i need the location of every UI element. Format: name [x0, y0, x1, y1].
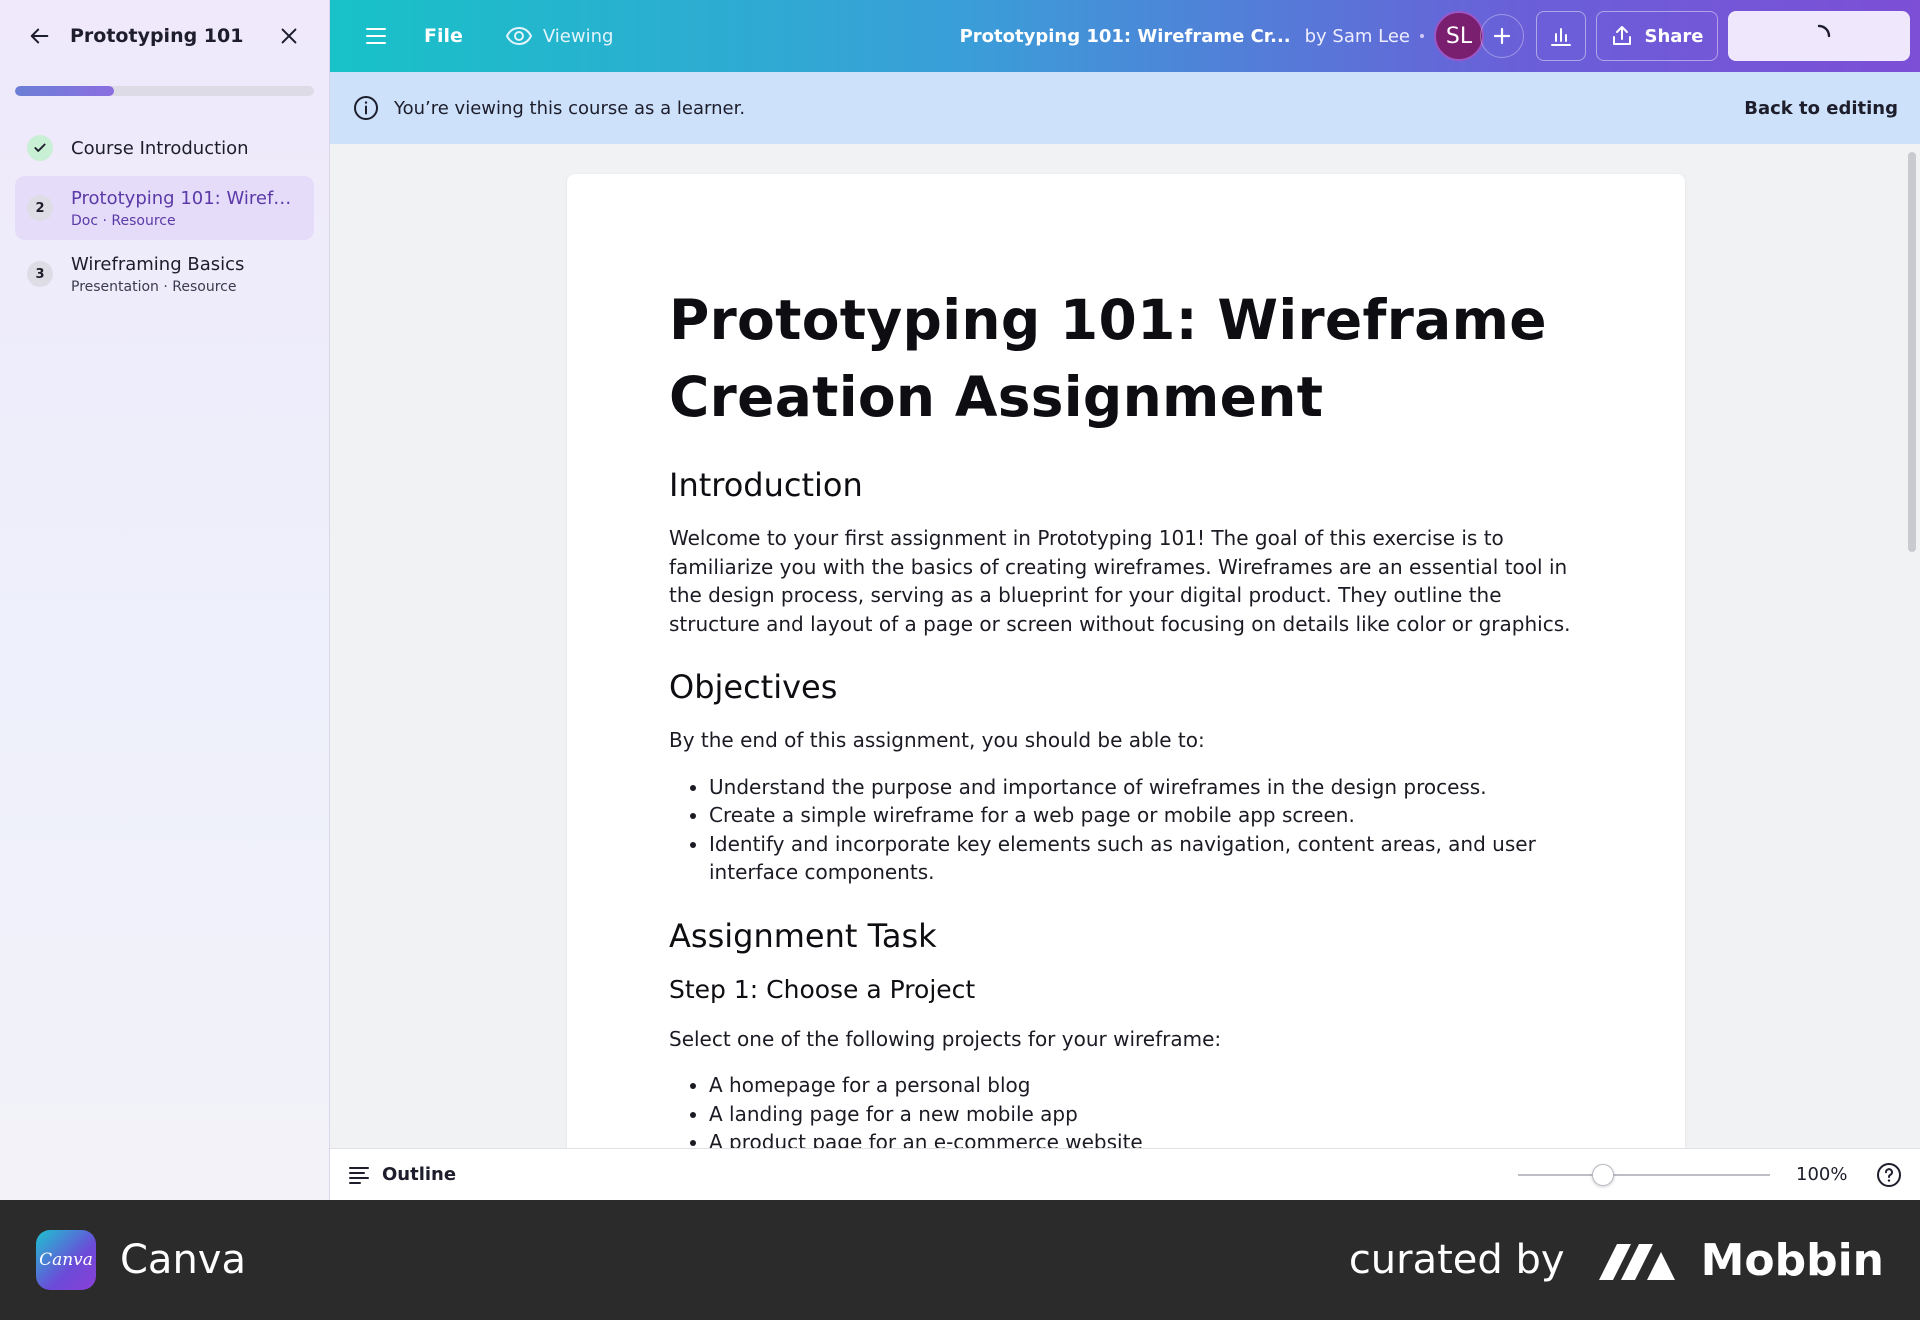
course-title: Prototyping 101: [70, 25, 244, 47]
lesson-number-badge: 3: [27, 261, 53, 287]
document-canvas[interactable]: Prototyping 101: Wireframe Creation Assi…: [330, 144, 1920, 1148]
document-title[interactable]: Prototyping 101: Wireframe Cr...: [960, 26, 1291, 47]
list-item: Create a simple wireframe for a web page…: [709, 801, 1585, 830]
arrow-left-icon: [30, 28, 49, 44]
objectives-list: Understand the purpose and importance of…: [669, 773, 1585, 887]
outline-button[interactable]: Outline: [348, 1164, 456, 1185]
outline-lines-icon: [349, 1166, 369, 1184]
lesson-name: Prototyping 101: Wirefra...: [71, 187, 296, 209]
step-heading: Step 1: Choose a Project: [669, 974, 976, 1004]
step-lead: Select one of the following projects for…: [669, 1026, 1222, 1051]
loading-action-button[interactable]: [1728, 11, 1910, 61]
back-to-editing-link[interactable]: Back to editing: [1744, 98, 1898, 119]
lesson-item-course-introduction[interactable]: Course Introduction: [15, 120, 314, 176]
section-heading-introduction: Introduction: [669, 466, 863, 504]
invite-collaborator-button[interactable]: [1480, 14, 1524, 58]
bar-chart-icon: [1551, 28, 1571, 46]
zoom-level-readout[interactable]: 100%: [1796, 1164, 1850, 1185]
mobbin-footer: Canva Canva curated by Mobbin: [0, 1200, 1920, 1320]
viewing-mode-button[interactable]: Viewing: [505, 25, 614, 47]
list-item: A landing page for a new mobile app: [709, 1100, 1585, 1129]
insights-button[interactable]: [1536, 11, 1586, 61]
upload-share-icon: [1613, 26, 1632, 45]
sidebar-header: Prototyping 101: [0, 0, 329, 72]
lesson-meta: Presentation · Resource: [71, 278, 237, 295]
course-progress-bar: [15, 86, 314, 96]
lesson-list: Course Introduction 2 Prototyping 101: W…: [0, 120, 329, 308]
course-progress-fill: [15, 86, 114, 96]
mobbin-logo-icon: [1598, 1244, 1675, 1280]
lesson-item-prototyping-101[interactable]: 2 Prototyping 101: Wirefra... Doc · Reso…: [15, 176, 314, 240]
canva-logo: Canva: [36, 1230, 96, 1290]
list-item: A homepage for a personal blog: [709, 1071, 1585, 1100]
list-item: Identify and incorporate key elements su…: [709, 830, 1585, 887]
course-sidebar: Prototyping 101 Course Introduction 2 Pr…: [0, 0, 330, 1200]
list-item: A product page for an e-commerce website: [709, 1128, 1585, 1148]
share-label: Share: [1644, 25, 1704, 47]
document-page[interactable]: Prototyping 101: Wireframe Creation Assi…: [567, 174, 1685, 1148]
user-avatar[interactable]: SL: [1434, 11, 1484, 61]
main-menu-button[interactable]: [358, 18, 394, 54]
learner-view-banner: You’re viewing this course as a learner.…: [330, 72, 1920, 144]
document-content: Prototyping 101: Wireframe Creation Assi…: [669, 282, 1585, 1148]
help-icon[interactable]: [1876, 1162, 1902, 1188]
document-author: by Sam Lee: [1304, 25, 1410, 47]
curated-by-label: curated by: [1348, 1237, 1565, 1283]
document-heading: Prototyping 101: Wireframe Creation Assi…: [669, 288, 1547, 429]
separator-dot: [1420, 34, 1424, 38]
banner-message: You’re viewing this course as a learner.: [394, 97, 746, 119]
close-sidebar-button[interactable]: [273, 20, 305, 52]
close-icon: [281, 28, 297, 44]
section-heading-assignment-task: Assignment Task: [669, 916, 937, 955]
list-item: Understand the purpose and importance of…: [709, 773, 1585, 802]
plus-icon: [1493, 27, 1511, 45]
brand-name: Mobbin: [1700, 1234, 1884, 1286]
eye-icon: [505, 26, 533, 46]
lesson-name: Course Introduction: [71, 137, 249, 159]
lesson-item-wireframing-basics[interactable]: 3 Wireframing Basics Presentation · Reso…: [15, 240, 314, 308]
zoom-slider-handle[interactable]: [1591, 1163, 1614, 1186]
mobbin-brand: Mobbin: [1598, 1234, 1884, 1286]
file-menu-button[interactable]: File: [424, 25, 463, 47]
share-button[interactable]: Share: [1596, 11, 1718, 61]
zoom-slider-track: [1518, 1173, 1770, 1176]
zoom-controls: 100%: [1518, 1162, 1902, 1188]
info-icon: [354, 96, 378, 120]
lesson-number-badge: 2: [27, 195, 53, 221]
editor-topbar: File Viewing Prototyping 101: Wireframe …: [330, 0, 1920, 72]
viewing-mode-label: Viewing: [542, 25, 614, 47]
lesson-complete-badge: [27, 135, 53, 161]
app-name: Canva: [120, 1237, 246, 1283]
checkmark-icon: [34, 143, 46, 152]
vertical-scrollbar[interactable]: [1908, 152, 1916, 552]
lesson-meta: Doc · Resource: [71, 212, 176, 229]
back-button[interactable]: [24, 20, 56, 52]
zoom-slider[interactable]: [1518, 1163, 1770, 1186]
loading-spinner-icon: [1817, 24, 1831, 38]
outline-label: Outline: [382, 1164, 457, 1185]
section-heading-objectives: Objectives: [669, 668, 838, 706]
objectives-lead: By the end of this assignment, you shoul…: [669, 728, 1205, 752]
hamburger-menu-icon: [366, 28, 386, 44]
introduction-paragraph: Welcome to your first assignment in Prot…: [669, 526, 1571, 636]
editor-bottombar: Outline 100%: [330, 1148, 1920, 1200]
lesson-name: Wireframing Basics: [71, 253, 245, 275]
projects-list: A homepage for a personal blog A landing…: [669, 1071, 1585, 1148]
